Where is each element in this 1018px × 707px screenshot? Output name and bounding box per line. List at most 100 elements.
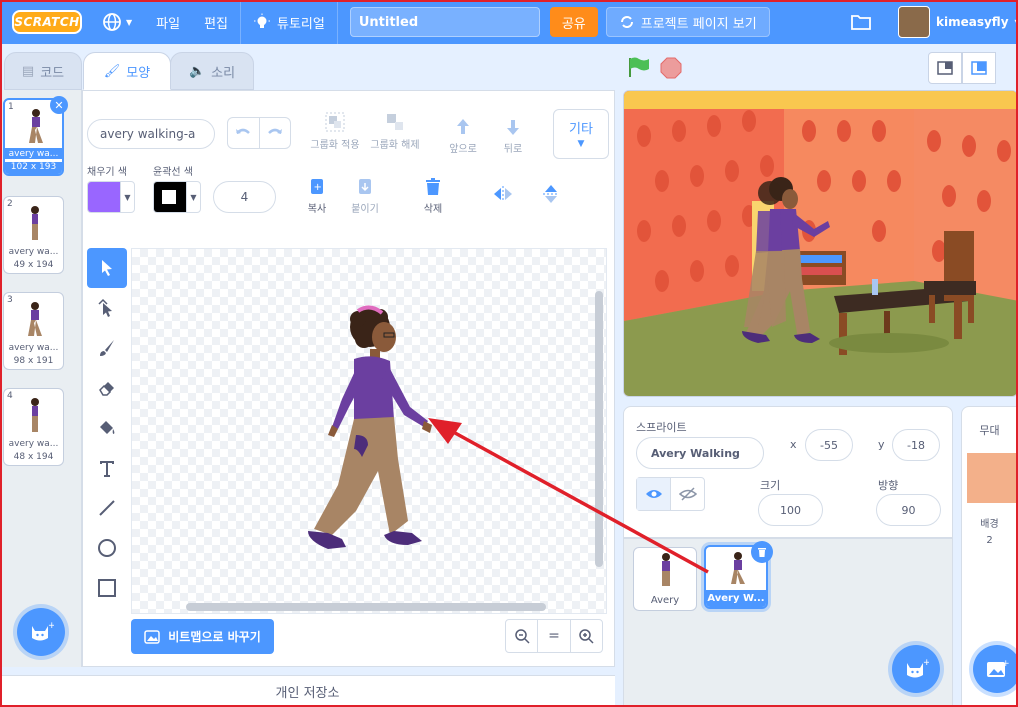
reshape-tool[interactable] xyxy=(87,288,127,328)
costume-item[interactable]: 3 avery wa... 98 x 191 xyxy=(3,292,64,370)
sprite-thumbnail xyxy=(662,553,670,586)
avatar xyxy=(898,6,930,38)
outline-color-swatch xyxy=(154,182,186,212)
scratch-logo[interactable]: SCRATCH xyxy=(12,10,82,34)
outline-color-picker[interactable]: ▼ xyxy=(153,181,201,213)
share-button[interactable]: 공유 xyxy=(549,7,598,37)
delete-label: 삭제 xyxy=(423,204,443,215)
group-button[interactable]: 그룹화 적용 xyxy=(309,111,361,151)
more-button[interactable]: 기타 ▼ xyxy=(553,109,609,159)
tool-palette xyxy=(87,248,127,608)
circle-tool[interactable] xyxy=(87,528,127,568)
flip-vertical-button[interactable] xyxy=(537,183,565,208)
fill-tool[interactable] xyxy=(87,408,127,448)
show-button[interactable] xyxy=(637,478,671,510)
paint-editor: avery walking-a 그룹화 적용 그룹화 해제 앞으로 뒤로 기타 … xyxy=(82,90,615,667)
tab-sounds[interactable]: 🔈 소리 xyxy=(170,52,254,90)
stage[interactable] xyxy=(623,90,1018,397)
select-tool[interactable] xyxy=(87,248,127,288)
canvas-vertical-scrollbar[interactable] xyxy=(595,291,603,567)
tab-costumes[interactable]: 🖌 모양 xyxy=(83,52,171,90)
eye-slash-icon xyxy=(678,487,697,501)
visibility-toggle xyxy=(636,477,705,511)
size-input[interactable]: 100 xyxy=(758,494,823,526)
zoom-out-button[interactable] xyxy=(506,620,537,652)
image-icon xyxy=(144,629,160,644)
add-costume-button[interactable]: + xyxy=(17,608,65,656)
ungroup-label: 그룹화 해제 xyxy=(370,140,420,151)
backward-button[interactable]: 뒤로 xyxy=(491,117,535,155)
delete-costume-button[interactable]: ✕ xyxy=(50,96,68,114)
direction-input[interactable]: 90 xyxy=(876,494,941,526)
eraser-tool[interactable] xyxy=(87,368,127,408)
delete-button[interactable]: 삭제 xyxy=(415,177,451,215)
chevron-down-icon: ▼ xyxy=(1014,17,1018,27)
zoom-in-icon xyxy=(579,629,594,644)
line-tool[interactable] xyxy=(87,488,127,528)
paste-button[interactable]: 붙이기 xyxy=(345,177,385,215)
convert-to-bitmap-label: 비트맵으로 바꾸기 xyxy=(168,630,261,644)
large-stage-button[interactable] xyxy=(962,52,996,84)
edit-menu[interactable]: 편집 xyxy=(192,0,240,44)
small-stage-button[interactable] xyxy=(928,52,962,84)
zoom-reset-button[interactable]: = xyxy=(537,620,569,652)
stage-size-toggle xyxy=(928,52,996,84)
costume-item[interactable]: 4 avery wa... 48 x 194 xyxy=(3,388,64,466)
convert-to-bitmap-button[interactable]: 비트맵으로 바꾸기 xyxy=(131,619,274,654)
sprite-tile[interactable]: Avery xyxy=(633,547,697,611)
text-tool[interactable] xyxy=(87,448,127,488)
eye-icon xyxy=(645,490,662,498)
account-menu[interactable]: kimeasyfly ▼ xyxy=(898,6,1018,38)
outline-width-input[interactable]: 4 xyxy=(213,181,276,213)
refresh-arrows-icon xyxy=(620,16,633,28)
zoom-in-button[interactable] xyxy=(569,620,602,652)
sprite-name-input[interactable]: Avery Walking xyxy=(636,437,764,469)
stop-button[interactable] xyxy=(660,57,682,82)
costume-item[interactable]: 2 avery wa... 49 x 194 xyxy=(3,196,64,274)
chevron-down-icon: ▼ xyxy=(577,139,585,149)
fill-color-picker[interactable]: ▼ xyxy=(87,181,135,213)
svg-text:+: + xyxy=(48,621,54,631)
hide-button[interactable] xyxy=(671,478,704,510)
avery-walking-costume xyxy=(308,305,432,549)
undo-button[interactable] xyxy=(228,118,260,148)
delete-sprite-button[interactable] xyxy=(751,541,773,563)
tutorials-button[interactable]: 튜토리얼 xyxy=(241,0,337,44)
sprite-thumbnail xyxy=(731,552,745,584)
project-title-input[interactable]: Untitled xyxy=(349,7,540,37)
brush-tool[interactable] xyxy=(87,328,127,368)
backdrop-thumbnail xyxy=(967,453,1018,503)
costume-name-input[interactable]: avery walking-a xyxy=(87,119,215,149)
see-project-page-label: 프로젝트 페이지 보기 xyxy=(640,16,757,32)
forward-button[interactable]: 앞으로 xyxy=(441,117,485,155)
chevron-down-icon: ▼ xyxy=(126,17,133,27)
code-blocks-icon: ▤ xyxy=(21,63,35,79)
y-input[interactable]: -18 xyxy=(892,429,940,461)
costume-number: 4 xyxy=(7,391,13,401)
see-project-page-button[interactable]: 프로젝트 페이지 보기 xyxy=(605,7,770,37)
paint-canvas[interactable] xyxy=(131,248,607,614)
redo-icon xyxy=(267,128,282,134)
tab-costumes-label: 모양 xyxy=(126,65,151,81)
my-stuff-folder-icon[interactable] xyxy=(850,12,872,35)
ungroup-button[interactable]: 그룹화 해제 xyxy=(369,111,421,151)
file-menu[interactable]: 파일 xyxy=(144,0,192,44)
tab-code[interactable]: ▤ 코드 xyxy=(4,52,82,90)
copy-button[interactable]: + 복사 xyxy=(301,177,333,215)
flip-horizontal-button[interactable] xyxy=(489,185,517,206)
costume-name: avery wa... xyxy=(8,247,59,257)
x-input[interactable]: -55 xyxy=(805,429,853,461)
language-menu[interactable]: ▼ xyxy=(90,0,144,44)
canvas-horizontal-scrollbar[interactable] xyxy=(186,603,546,611)
costume-size: 102 x 193 xyxy=(5,162,62,174)
circle-icon xyxy=(98,539,116,557)
add-backdrop-button[interactable]: + xyxy=(973,645,1018,693)
green-flag-button[interactable] xyxy=(627,56,651,81)
add-sprite-button[interactable]: + xyxy=(892,645,940,693)
group-label: 그룹화 적용 xyxy=(310,140,360,151)
redo-button[interactable] xyxy=(260,118,291,148)
rectangle-tool[interactable] xyxy=(87,568,127,608)
stop-icon xyxy=(660,57,682,79)
x-label: x xyxy=(790,438,797,451)
backpack-bar[interactable]: 개인 저장소 xyxy=(0,675,615,707)
